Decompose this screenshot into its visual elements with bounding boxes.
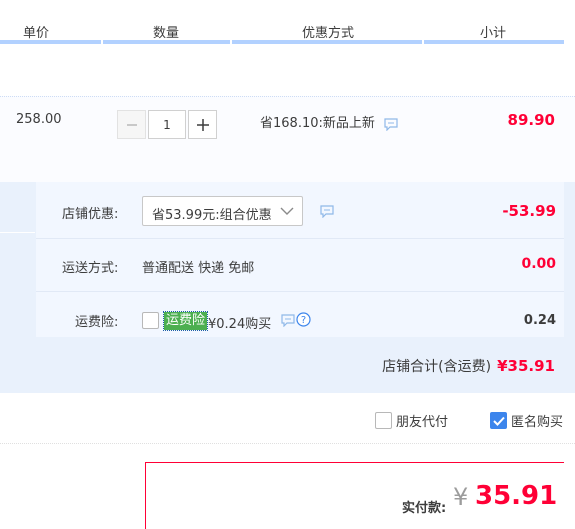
shop-discount-row: 店铺优惠: 省53.99元:组合优惠 -53.99: [36, 182, 564, 239]
shop-discount-amount: -53.99: [502, 202, 556, 220]
shop-insurance-label: 运费险:: [75, 315, 119, 330]
payment-amount: 35.91: [475, 481, 558, 511]
anonymous-purchase-checkbox[interactable]: [490, 412, 507, 429]
minus-icon: [126, 123, 137, 126]
quantity-decrease-button[interactable]: [117, 110, 146, 139]
chevron-down-icon: [280, 207, 294, 215]
shipping-insurance-price: ¥0.24购买: [208, 317, 272, 332]
help-circle-icon[interactable]: ?: [296, 312, 311, 327]
cart-table-header: 单价 数量 优惠方式 小计: [0, 0, 575, 44]
shipping-insurance-checkbox[interactable]: [142, 312, 159, 329]
shop-insurance-row: 运费险: 运费险 ¥0.24购买 ? 0.24: [36, 292, 564, 337]
header-unit-price: 单价: [23, 26, 50, 41]
payment-currency: ¥: [453, 483, 469, 511]
shop-shipping-value: 普通配送 快递 免邮: [142, 261, 255, 276]
cart-item-row: 258.00 省168.10:新品上新 89.90: [0, 96, 575, 182]
anonymous-purchase-label: 匿名购买: [511, 415, 564, 430]
header-promo: 优惠方式: [302, 26, 355, 41]
shop-total: 店铺合计(含运费) ¥35.91: [382, 356, 555, 376]
svg-text:?: ?: [301, 315, 306, 326]
friend-pay-label: 朋友代付: [396, 415, 449, 430]
chat-bubble-icon[interactable]: [280, 313, 296, 327]
shipping-insurance-amount: 0.24: [523, 313, 556, 328]
chat-bubble-icon[interactable]: [383, 117, 399, 131]
plus-icon: [196, 118, 209, 131]
shop-summary-section: 店铺优惠: 省53.99元:组合优惠 -53.99 运送方式: 普通配送 快递 …: [0, 182, 575, 393]
payment-summary-box: 实付款: ¥ 35.91: [145, 462, 564, 529]
chat-bubble-icon[interactable]: [319, 204, 335, 218]
shop-discount-label: 店铺优惠:: [62, 207, 119, 222]
shop-options-panel: 店铺优惠: 省53.99元:组合优惠 -53.99 运送方式: 普通配送 快递 …: [36, 182, 564, 337]
friend-pay-checkbox[interactable]: [375, 412, 392, 429]
header-subtotal: 小计: [480, 26, 507, 41]
item-unit-price: 258.00: [16, 112, 62, 127]
friend-pay-option[interactable]: 朋友代付: [375, 411, 448, 430]
item-promo: 省168.10:新品上新: [260, 112, 399, 131]
shop-total-amount: ¥35.91: [497, 357, 555, 375]
anonymous-purchase-option[interactable]: 匿名购买: [490, 411, 563, 430]
shop-total-label: 店铺合计(含运费): [382, 359, 492, 375]
shipping-insurance-tag: 运费险: [162, 311, 209, 331]
payment-label: 实付款:: [402, 501, 447, 516]
header-quantity: 数量: [153, 26, 180, 41]
quantity-increase-button[interactable]: [188, 110, 217, 139]
shop-discount-select[interactable]: 省53.99元:组合优惠: [142, 196, 303, 226]
shop-shipping-label: 运送方式:: [62, 261, 119, 276]
item-promo-text: 省168.10:新品上新: [260, 116, 375, 131]
quantity-input[interactable]: [148, 110, 186, 139]
order-options-bar: 朋友代付 匿名购买: [0, 394, 575, 444]
shop-discount-select-value: 省53.99元:组合优惠: [152, 208, 272, 223]
shop-shipping-amount: 0.00: [521, 256, 556, 272]
item-subtotal: 89.90: [507, 111, 555, 129]
checkmark-icon: [492, 416, 505, 426]
shop-shipping-row: 运送方式: 普通配送 快递 免邮 0.00: [36, 239, 564, 292]
